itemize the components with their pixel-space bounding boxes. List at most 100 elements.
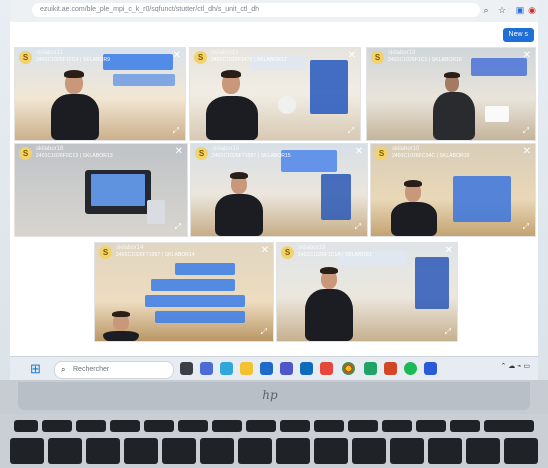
address-bar[interactable]: ezuikit.ae.com/ble_ple_mpi_c_k_r0/sqfunc… bbox=[32, 3, 480, 17]
expand-icon[interactable]: ⤢ bbox=[523, 222, 529, 232]
participant bbox=[389, 180, 439, 236]
video-tile-3[interactable]: S skilabor13 2401C1026F1C1 | SKLABOR16 ✕… bbox=[366, 47, 536, 141]
key bbox=[484, 420, 534, 432]
participant bbox=[202, 70, 262, 140]
app-icon[interactable] bbox=[424, 362, 437, 375]
participant-code: 2401C1026F1472 | SKLABOR12 bbox=[211, 57, 287, 63]
video-grid: New s S skilabor11 2401C1026F1FC4 | SKLA… bbox=[10, 22, 538, 356]
key bbox=[42, 420, 72, 432]
key bbox=[110, 420, 140, 432]
avatar: S bbox=[19, 51, 32, 64]
key bbox=[200, 438, 234, 464]
device-screen bbox=[485, 106, 509, 122]
sphere bbox=[278, 96, 296, 114]
avatar: S bbox=[281, 246, 294, 259]
participant-name: skilabor10 bbox=[392, 146, 420, 152]
windows-start-icon[interactable]: ⊞ bbox=[30, 362, 43, 375]
close-icon[interactable]: ✕ bbox=[175, 147, 183, 157]
key bbox=[348, 420, 378, 432]
participant-code: 2401C1026F71097 | SKLABOR14 bbox=[116, 252, 195, 258]
expand-icon[interactable]: ⤢ bbox=[348, 126, 354, 136]
windows-taskbar: ⊞ ⌕ Rechercher ⌃ ☁ ⌁ ▭ bbox=[10, 356, 538, 381]
participant-code: 2401C1026F1C1A | SKLABOR1 bbox=[298, 252, 373, 258]
participant-name: skilabor13 bbox=[388, 50, 416, 56]
participant-name: skilabor18 bbox=[36, 146, 64, 152]
phone bbox=[147, 200, 165, 224]
participant-name: skilabor14 bbox=[116, 245, 144, 251]
search-icon[interactable]: ⌕ bbox=[480, 4, 492, 16]
system-tray[interactable]: ⌃ ☁ ⌁ ▭ bbox=[500, 362, 530, 370]
avatar: S bbox=[194, 51, 207, 64]
participant bbox=[301, 267, 357, 341]
video-tile-7[interactable]: S skilabor14 2401C1026F71097 | SKLABOR14… bbox=[94, 242, 274, 342]
key bbox=[10, 438, 44, 464]
video-tile-8[interactable]: S skilabor19 2401C1026F1C1A | SKLABOR1 ✕… bbox=[276, 242, 458, 342]
close-icon[interactable]: ✕ bbox=[355, 147, 363, 157]
key bbox=[124, 438, 158, 464]
teams-icon[interactable] bbox=[200, 362, 213, 375]
key bbox=[14, 420, 38, 432]
close-icon[interactable]: ✕ bbox=[173, 51, 181, 61]
close-icon[interactable]: ✕ bbox=[261, 246, 269, 256]
video-tile-1[interactable]: S skilabor11 2401C1026F1FC4 | SKLABOR9 ✕… bbox=[14, 47, 186, 141]
participant-name: skilabor15 bbox=[212, 146, 240, 152]
key bbox=[76, 420, 106, 432]
avatar: S bbox=[19, 147, 32, 160]
expand-icon[interactable]: ⤢ bbox=[261, 327, 267, 337]
browser-toolbar: ezuikit.ae.com/ble_ple_mpi_c_k_r0/sqfunc… bbox=[10, 0, 538, 23]
video-tile-4[interactable]: S skilabor18 2401C1026F0C13 | SKLABOR13 … bbox=[14, 143, 188, 237]
spotify-icon[interactable] bbox=[404, 362, 417, 375]
app-icon[interactable] bbox=[320, 362, 333, 375]
excel-icon[interactable] bbox=[364, 362, 377, 375]
profile-icon[interactable]: ◉ bbox=[526, 4, 538, 16]
search-icon: ⌕ bbox=[61, 365, 66, 374]
key bbox=[48, 438, 82, 464]
key bbox=[352, 438, 386, 464]
close-icon[interactable]: ✕ bbox=[445, 246, 453, 256]
task-view-icon[interactable] bbox=[180, 362, 193, 375]
photo-frame: ezuikit.ae.com/ble_ple_mpi_c_k_r0/sqfunc… bbox=[0, 0, 548, 468]
powerpoint-icon[interactable] bbox=[384, 362, 397, 375]
expand-icon[interactable]: ⤢ bbox=[355, 222, 361, 232]
close-icon[interactable]: ✕ bbox=[523, 51, 531, 61]
search-placeholder: Rechercher bbox=[73, 366, 110, 373]
key bbox=[246, 420, 276, 432]
monitor-screen: ezuikit.ae.com/ble_ple_mpi_c_k_r0/sqfunc… bbox=[10, 0, 538, 390]
edge-icon[interactable] bbox=[220, 362, 233, 375]
extensions-icon[interactable]: ▣ bbox=[514, 4, 526, 16]
participant-code: 2401C1026F71097 | SKLABOR15 bbox=[212, 153, 291, 159]
outlook-icon[interactable] bbox=[300, 362, 313, 375]
key bbox=[276, 438, 310, 464]
file-explorer-icon[interactable] bbox=[240, 362, 253, 375]
key bbox=[314, 438, 348, 464]
expand-icon[interactable]: ⤢ bbox=[175, 222, 181, 232]
key bbox=[314, 420, 344, 432]
store-icon[interactable] bbox=[260, 362, 273, 375]
taskbar-search[interactable]: ⌕ Rechercher bbox=[54, 361, 174, 379]
key bbox=[178, 420, 208, 432]
participant bbox=[101, 311, 141, 341]
video-tile-6[interactable]: S skilabor10 2401C1026FC04C | SKLABOR10 … bbox=[370, 143, 536, 237]
expand-icon[interactable]: ⤢ bbox=[173, 126, 179, 136]
new-session-button[interactable]: New s bbox=[502, 28, 534, 42]
key bbox=[212, 420, 242, 432]
expand-icon[interactable]: ⤢ bbox=[445, 327, 451, 337]
video-tile-2[interactable]: S skilabor13 2401C1026F1472 | SKLABOR12 … bbox=[189, 47, 361, 141]
video-tile-5[interactable]: S skilabor15 2401C1026F71097 | SKLABOR15… bbox=[190, 143, 368, 237]
close-icon[interactable]: ✕ bbox=[348, 51, 356, 61]
expand-icon[interactable]: ⤢ bbox=[523, 126, 529, 136]
key bbox=[382, 420, 412, 432]
teams-chat-icon[interactable] bbox=[280, 362, 293, 375]
key bbox=[144, 420, 174, 432]
participant-name: skilabor13 bbox=[211, 50, 239, 56]
key bbox=[162, 438, 196, 464]
laptop bbox=[85, 170, 151, 214]
key bbox=[280, 420, 310, 432]
key bbox=[416, 420, 446, 432]
participant-code: 2401C1026F1C1 | SKLABOR16 bbox=[388, 57, 462, 63]
close-icon[interactable]: ✕ bbox=[523, 147, 531, 157]
chrome-icon[interactable] bbox=[342, 362, 355, 375]
key bbox=[504, 438, 538, 464]
star-icon[interactable]: ☆ bbox=[496, 4, 508, 16]
key bbox=[428, 438, 462, 464]
